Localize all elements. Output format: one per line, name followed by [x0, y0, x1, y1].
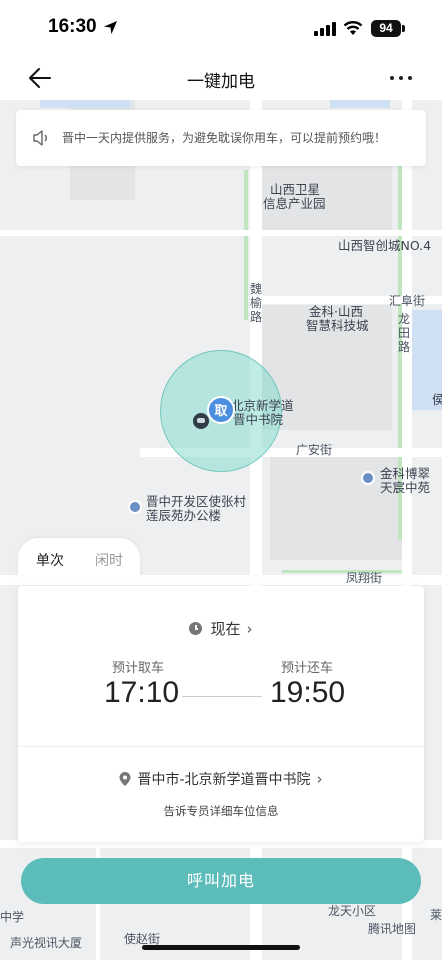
map-label: 天宸中苑 [380, 480, 431, 495]
return-time-label: 预计还车 [281, 661, 334, 676]
pickup-time-label: 预计取车 [112, 661, 165, 676]
map-green [244, 170, 248, 320]
pickup-marker[interactable]: 取 [207, 396, 235, 424]
poi-icon [128, 500, 142, 514]
call-charging-button[interactable]: 呼叫加电 [21, 858, 421, 904]
map-label: 路 [398, 340, 411, 354]
battery-cap [402, 25, 405, 32]
home-indicator [142, 945, 300, 950]
parking-info-link[interactable]: 告诉专员详细车位信息 [18, 803, 424, 819]
map-green [282, 570, 402, 573]
status-bar: 16:30 94 [0, 0, 442, 56]
map-water [40, 100, 130, 108]
map-label: 智慧科技城 [306, 318, 369, 333]
map-label: 魏 [250, 282, 263, 296]
map-label: 路 [250, 310, 263, 324]
poi-icon [361, 471, 375, 485]
map-label: 声光视讯大厦 [10, 936, 83, 950]
map-label: 北京新学道 [231, 398, 294, 413]
time-selector-label: 现在 [210, 620, 241, 638]
location-text: 晋中市-北京新学道晋中书院 [137, 772, 311, 788]
car-icon[interactable] [193, 413, 209, 429]
map-label: 凤翔街 [346, 571, 383, 585]
time-connector [182, 696, 262, 697]
location-pin-icon [119, 772, 131, 786]
map-label: 山西智创城NO.4 [338, 238, 432, 253]
location-arrow-icon [103, 20, 118, 35]
tab-leisure[interactable]: 闲时 [95, 550, 123, 570]
map-label: 广安街 [296, 443, 333, 457]
map-label: 山西卫星 [270, 182, 321, 197]
mode-tabs: 单次 闲时 [18, 538, 140, 578]
map-label: 汇阜街 [389, 294, 426, 308]
map-label: 龙 [398, 312, 411, 326]
map-label: 信息产业园 [263, 196, 326, 211]
map-label: 榆 [250, 296, 263, 310]
map-road [0, 230, 442, 236]
map-logo: 腾讯地图 [368, 922, 417, 936]
map-label: 田 [398, 326, 411, 340]
map-label: 莱 [430, 908, 442, 922]
chevron-right-icon: › [246, 620, 253, 638]
notice-bar: 晋中一天内提供服务，为避免耽误你用车，可以提前预约哦！ [16, 110, 426, 166]
more-icon[interactable] [386, 66, 416, 90]
map-label: 金科博翠 [380, 466, 431, 481]
map-label: 莲辰苑办公楼 [146, 508, 222, 523]
map-label: 金科·山西 [309, 304, 363, 319]
tab-single[interactable]: 单次 [36, 550, 64, 570]
chevron-right-icon: › [316, 770, 323, 788]
clock-icon [189, 622, 203, 635]
pickup-time-value: 17:10 [104, 676, 180, 709]
status-time: 16:30 [48, 16, 97, 37]
time-selector[interactable]: 现在 › [18, 618, 424, 639]
map-label: 晋中书院 [233, 412, 284, 427]
wifi-icon [343, 21, 363, 35]
booking-card: 现在 › 预计取车 17:10 预计还车 19:50 晋中市-北京新学道晋中书院 ›… [18, 586, 424, 842]
battery-indicator: 94 [371, 20, 401, 37]
map-label: 中学 [0, 910, 25, 924]
map-label: 龙天小区 [328, 904, 377, 918]
map-water [330, 100, 390, 108]
notice-text: 晋中一天内提供服务，为避免耽误你用车，可以提前预约哦！ [62, 131, 387, 145]
signal-icon [314, 22, 336, 36]
divider [18, 746, 424, 747]
speaker-icon [33, 130, 47, 146]
map-label: 侯 [432, 392, 442, 407]
location-selector[interactable]: 晋中市-北京新学道晋中书院 › [18, 769, 424, 789]
nav-bar: 一键加电 [0, 56, 442, 100]
return-time-value: 19:50 [270, 676, 346, 709]
page-title: 一键加电 [187, 72, 255, 92]
map-label: 晋中开发区使张村 [146, 494, 247, 509]
